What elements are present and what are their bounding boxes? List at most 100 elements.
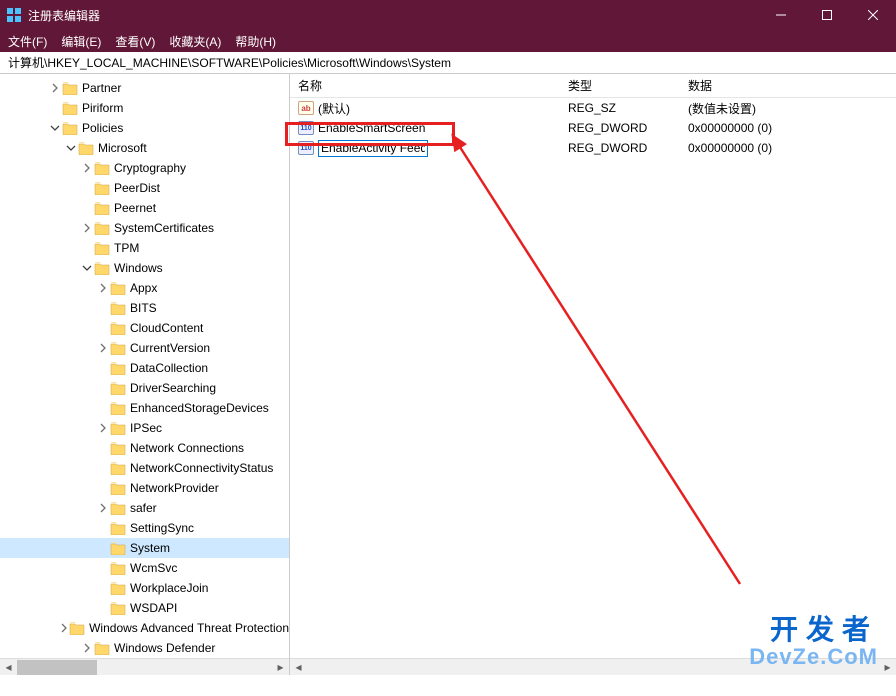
folder-icon <box>110 301 126 315</box>
tree-item-systemcertificates[interactable]: SystemCertificates <box>0 218 289 238</box>
tree-item-currentversion[interactable]: CurrentVersion <box>0 338 289 358</box>
folder-icon <box>94 201 110 215</box>
tree-item-label: SettingSync <box>130 521 194 535</box>
chevron-right-icon[interactable] <box>80 221 94 235</box>
tree-item-network-connections[interactable]: Network Connections <box>0 438 289 458</box>
chevron-right-icon[interactable] <box>80 161 94 175</box>
tree-item-label: IPSec <box>130 421 162 435</box>
tree-item-policies[interactable]: Policies <box>0 118 289 138</box>
chevron-right-icon[interactable] <box>80 641 94 655</box>
chevron-down-icon[interactable] <box>48 121 62 135</box>
value-data: 0x00000000 (0) <box>680 121 896 135</box>
tree-item-label: WcmSvc <box>130 561 177 575</box>
tree-item-workplacejoin[interactable]: WorkplaceJoin <box>0 578 289 598</box>
tree-item-cryptography[interactable]: Cryptography <box>0 158 289 178</box>
tree-item-networkconnectivitystatus[interactable]: NetworkConnectivityStatus <box>0 458 289 478</box>
tree-item-label: Peernet <box>114 201 156 215</box>
close-button[interactable] <box>850 0 896 30</box>
tree-item-microsoft[interactable]: Microsoft <box>0 138 289 158</box>
tree-item-ipsec[interactable]: IPSec <box>0 418 289 438</box>
tree-item-label: SystemCertificates <box>114 221 214 235</box>
list-row[interactable]: ab(默认)REG_SZ(数值未设置) <box>290 98 896 118</box>
tree-scrollbar-horizontal[interactable]: ◂ ▸ <box>0 658 289 675</box>
main-area: PartnerPiriformPoliciesMicrosoftCryptogr… <box>0 74 896 675</box>
folder-icon <box>110 381 126 395</box>
tree-item-appx[interactable]: Appx <box>0 278 289 298</box>
minimize-button[interactable] <box>758 0 804 30</box>
annotation-arrow <box>290 74 890 664</box>
tree-item-windows[interactable]: Windows <box>0 258 289 278</box>
tree-item-bits[interactable]: BITS <box>0 298 289 318</box>
tree-item-networkprovider[interactable]: NetworkProvider <box>0 478 289 498</box>
tree-item-driversearching[interactable]: DriverSearching <box>0 378 289 398</box>
menu-file[interactable]: 文件(F) <box>8 33 47 50</box>
menu-edit[interactable]: 编辑(E) <box>61 33 101 50</box>
tree-item-windows-defender[interactable]: Windows Defender <box>0 638 289 658</box>
maximize-button[interactable] <box>804 0 850 30</box>
folder-icon <box>69 621 85 635</box>
tree-pane: PartnerPiriformPoliciesMicrosoftCryptogr… <box>0 74 290 675</box>
list-row[interactable]: 110REG_DWORD0x00000000 (0) <box>290 138 896 158</box>
address-text: 计算机\HKEY_LOCAL_MACHINE\SOFTWARE\Policies… <box>8 54 451 71</box>
registry-tree[interactable]: PartnerPiriformPoliciesMicrosoftCryptogr… <box>0 74 289 675</box>
menu-help[interactable]: 帮助(H) <box>235 33 276 50</box>
tree-item-windows-advanced-threat-protection[interactable]: Windows Advanced Threat Protection <box>0 618 289 638</box>
chevron-right-icon[interactable] <box>59 621 69 635</box>
tree-item-label: Windows <box>114 261 163 275</box>
tree-item-safer[interactable]: safer <box>0 498 289 518</box>
scroll-left-icon[interactable]: ◂ <box>290 659 307 676</box>
tree-item-partner[interactable]: Partner <box>0 78 289 98</box>
list-row[interactable]: 110EnableSmartScreenREG_DWORD0x00000000 … <box>290 118 896 138</box>
chevron-right-icon[interactable] <box>96 421 110 435</box>
tree-item-label: TPM <box>114 241 139 255</box>
folder-icon <box>94 181 110 195</box>
column-data[interactable]: 数据 <box>680 77 896 94</box>
chevron-down-icon[interactable] <box>64 141 78 155</box>
tree-item-wcmsvc[interactable]: WcmSvc <box>0 558 289 578</box>
address-bar[interactable]: 计算机\HKEY_LOCAL_MACHINE\SOFTWARE\Policies… <box>0 52 896 74</box>
tree-item-piriform[interactable]: Piriform <box>0 98 289 118</box>
folder-icon <box>62 101 78 115</box>
tree-item-label: Windows Advanced Threat Protection <box>89 621 289 635</box>
tree-item-wsdapi[interactable]: WSDAPI <box>0 598 289 618</box>
folder-icon <box>110 561 126 575</box>
list-scrollbar-horizontal[interactable]: ◂ ▸ <box>290 658 896 675</box>
tree-item-peerdist[interactable]: PeerDist <box>0 178 289 198</box>
folder-icon <box>94 641 110 655</box>
tree-item-system[interactable]: System <box>0 538 289 558</box>
menubar: 文件(F) 编辑(E) 查看(V) 收藏夹(A) 帮助(H) <box>0 30 896 52</box>
tree-item-peernet[interactable]: Peernet <box>0 198 289 218</box>
app-icon <box>6 7 22 23</box>
chevron-right-icon[interactable] <box>96 501 110 515</box>
tree-item-label: WSDAPI <box>130 601 177 615</box>
list-body: ab(默认)REG_SZ(数值未设置)110EnableSmartScreenR… <box>290 98 896 158</box>
folder-icon <box>62 81 78 95</box>
tree-item-label: DriverSearching <box>130 381 216 395</box>
tree-item-cloudcontent[interactable]: CloudContent <box>0 318 289 338</box>
column-type[interactable]: 类型 <box>560 77 680 94</box>
value-type: REG_SZ <box>560 101 680 115</box>
column-name[interactable]: 名称 <box>290 77 560 94</box>
tree-item-enhancedstoragedevices[interactable]: EnhancedStorageDevices <box>0 398 289 418</box>
tree-item-tpm[interactable]: TPM <box>0 238 289 258</box>
folder-icon <box>110 321 126 335</box>
chevron-down-icon[interactable] <box>80 261 94 275</box>
chevron-right-icon[interactable] <box>96 281 110 295</box>
scroll-right-icon[interactable]: ▸ <box>879 659 896 676</box>
value-type: REG_DWORD <box>560 121 680 135</box>
scroll-right-icon[interactable]: ▸ <box>272 659 289 676</box>
chevron-right-icon[interactable] <box>96 341 110 355</box>
scroll-left-icon[interactable]: ◂ <box>0 659 17 676</box>
folder-icon <box>110 361 126 375</box>
chevron-right-icon[interactable] <box>48 81 62 95</box>
menu-favorites[interactable]: 收藏夹(A) <box>169 33 221 50</box>
folder-icon <box>110 341 126 355</box>
menu-view[interactable]: 查看(V) <box>115 33 155 50</box>
tree-item-datacollection[interactable]: DataCollection <box>0 358 289 378</box>
folder-icon <box>110 601 126 615</box>
folder-icon <box>62 121 78 135</box>
scrollbar-thumb[interactable] <box>17 660 97 675</box>
tree-item-settingsync[interactable]: SettingSync <box>0 518 289 538</box>
folder-icon <box>110 581 126 595</box>
rename-input[interactable] <box>318 140 428 157</box>
